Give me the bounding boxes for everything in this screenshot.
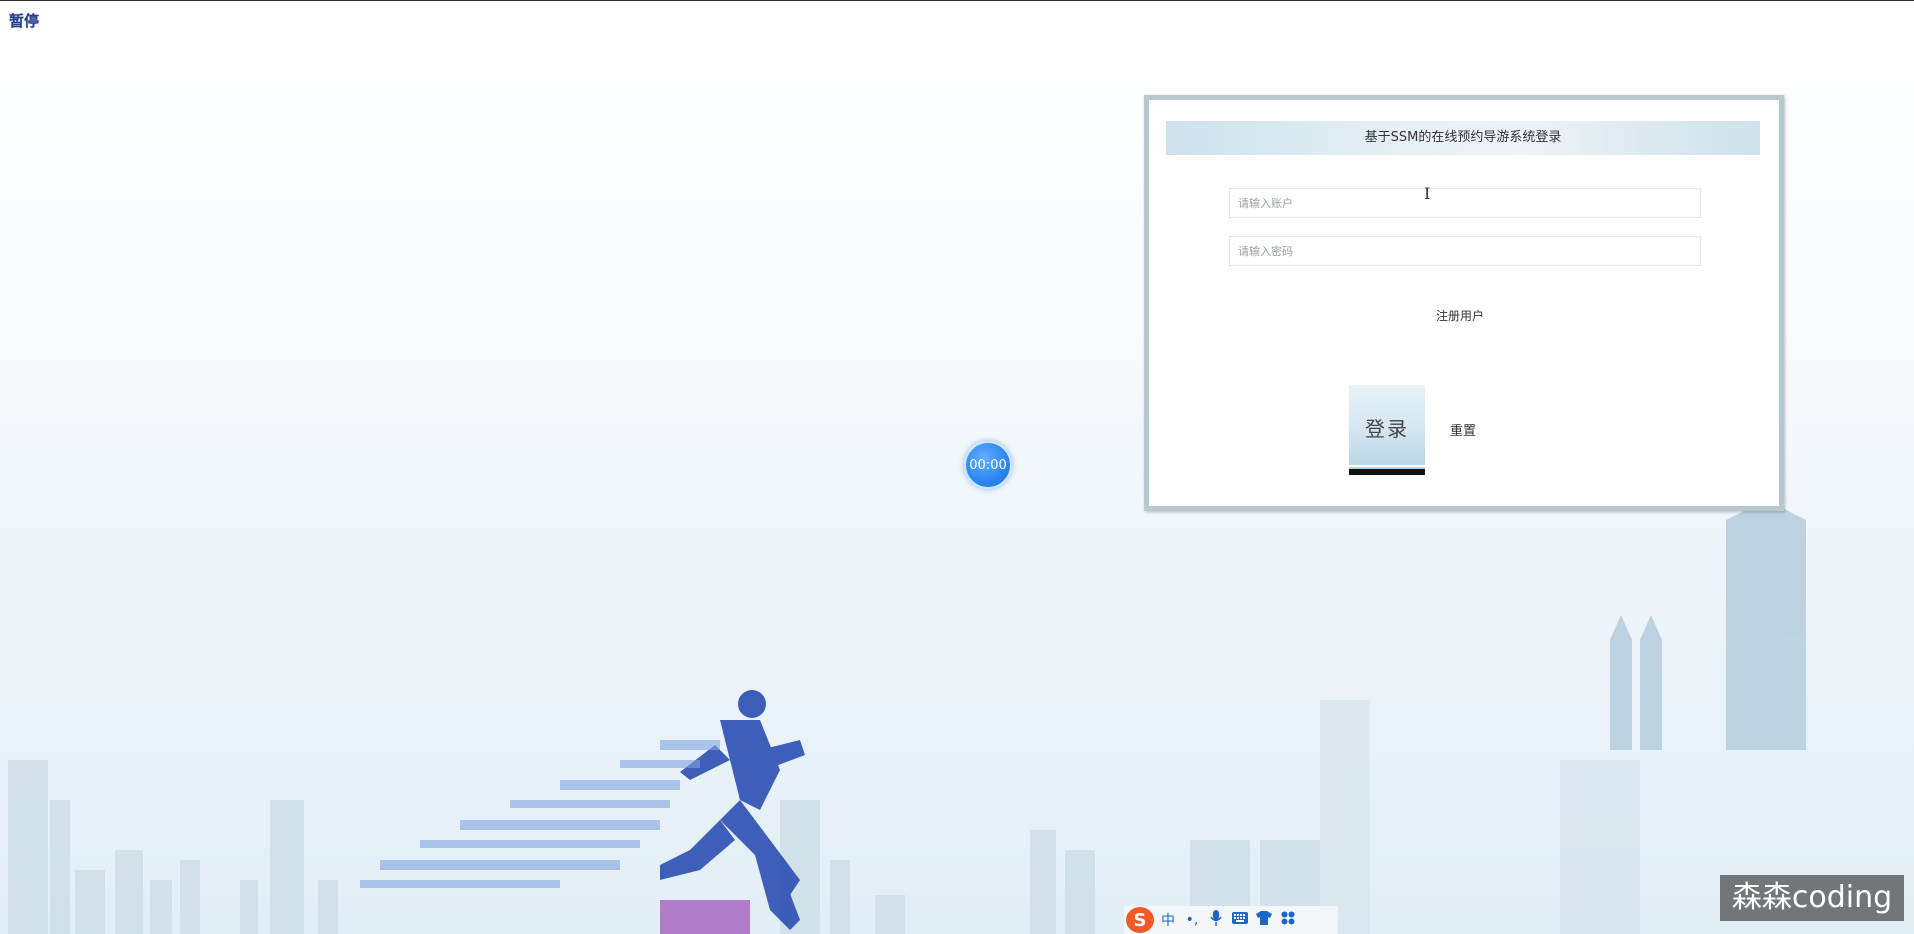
register-row: 注册用户 [1149, 307, 1779, 324]
account-input[interactable] [1230, 189, 1700, 217]
runner-illustration [360, 690, 805, 934]
ime-punctuation[interactable]: •, [1182, 912, 1202, 928]
login-button[interactable]: 登录 [1349, 385, 1425, 475]
password-field[interactable] [1229, 236, 1701, 266]
reset-button[interactable]: 重置 [1443, 417, 1483, 441]
account-field[interactable] [1229, 188, 1701, 218]
timer-bubble[interactable]: 00:00 [964, 441, 1012, 489]
shirt-icon[interactable] [1254, 911, 1274, 929]
login-panel: 基于SSM的在线预约导游系统登录 注册用户 登录 重置 [1144, 95, 1784, 511]
ime-chinese-mode[interactable]: 中 [1158, 910, 1178, 930]
top-border-line [0, 0, 1914, 1]
text-cursor-icon: I [1424, 184, 1431, 203]
password-input[interactable] [1230, 237, 1700, 265]
sogou-ime-logo-icon[interactable]: S [1126, 907, 1154, 933]
login-title: 基于SSM的在线预约导游系统登录 [1364, 130, 1562, 145]
pause-label[interactable]: 暂停 [9, 10, 39, 31]
ime-toolbar: S 中 •, [1124, 906, 1338, 934]
grid-icon[interactable] [1278, 911, 1298, 929]
mic-icon[interactable] [1206, 910, 1226, 930]
watermark-label: 森森coding [1720, 875, 1904, 921]
register-user-link[interactable]: 注册用户 [1436, 309, 1484, 323]
keyboard-icon[interactable] [1230, 912, 1250, 928]
login-title-bar: 基于SSM的在线预约导游系统登录 [1166, 121, 1760, 155]
